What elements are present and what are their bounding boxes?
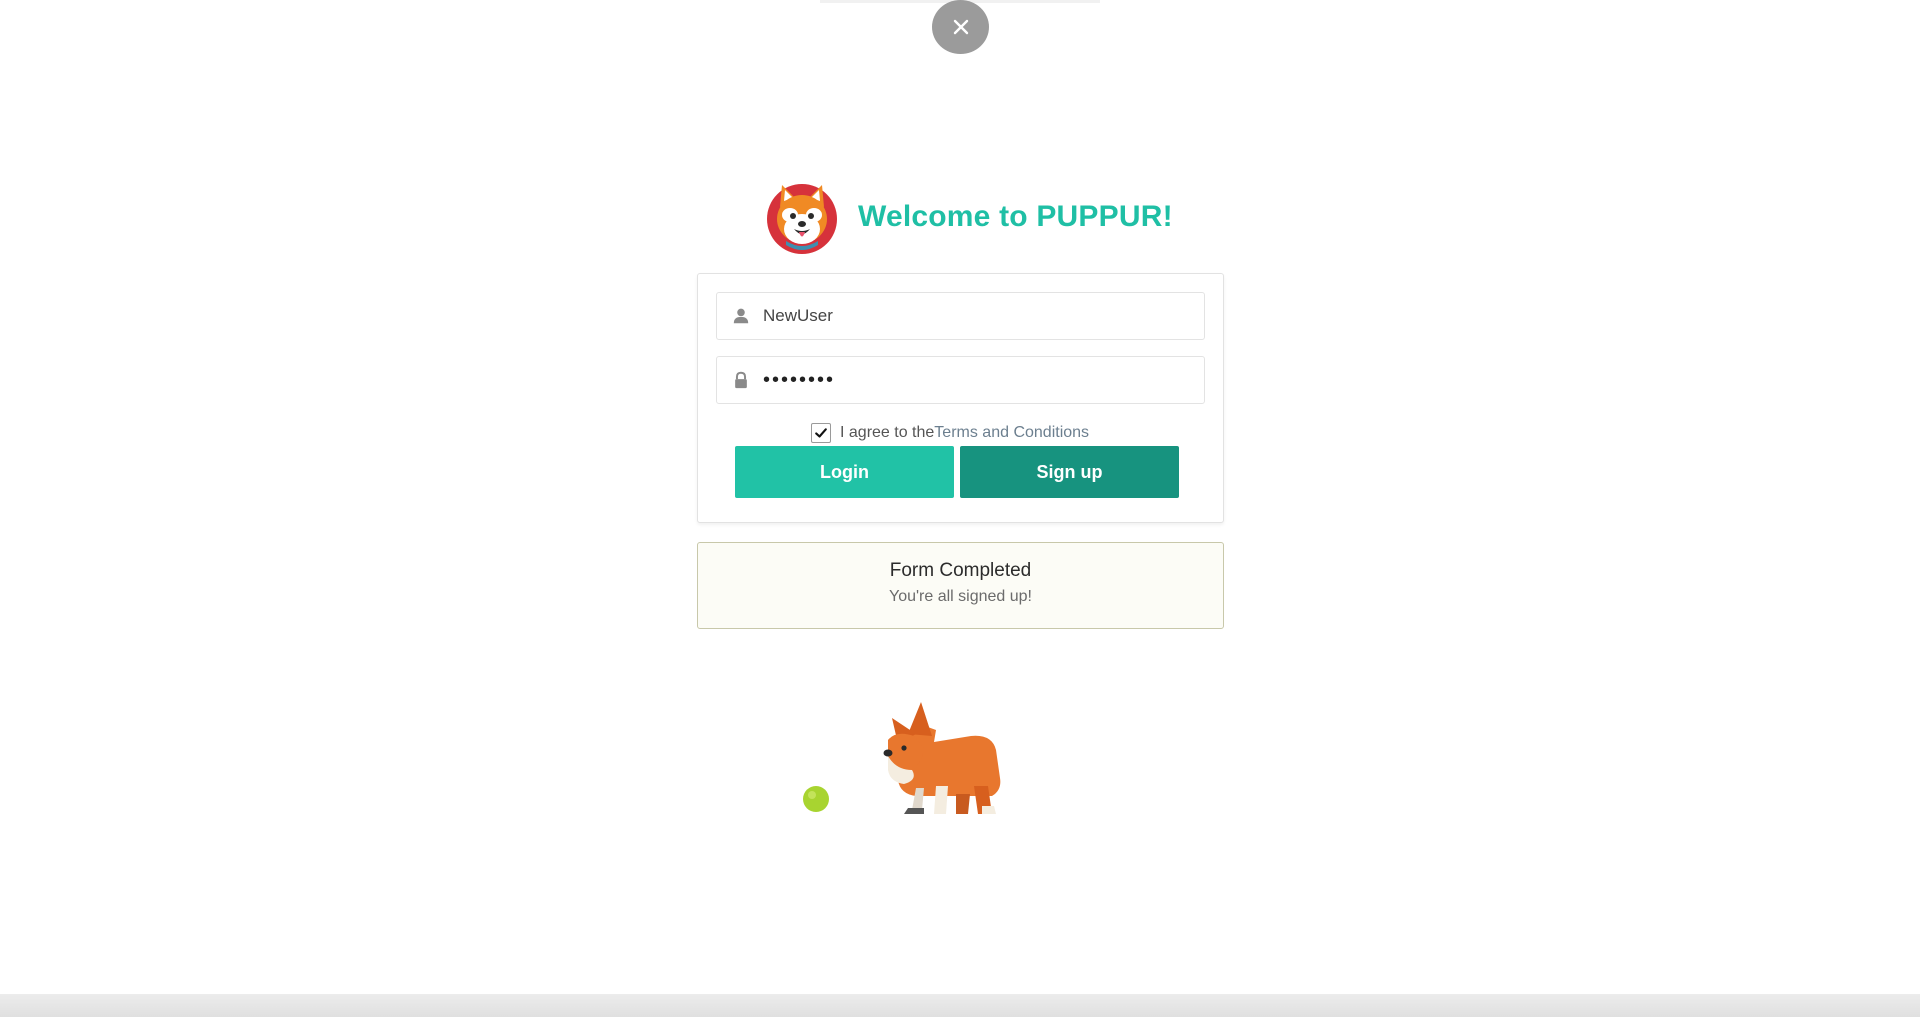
lock-icon: [731, 370, 751, 390]
page: Welcome to PUPPUR! NewUser •••••••• I ag…: [0, 0, 1920, 1017]
username-field[interactable]: [716, 292, 1205, 340]
page-title: Welcome to PUPPUR!: [858, 200, 1173, 233]
password-field[interactable]: [716, 356, 1205, 404]
puppur-logo: [767, 184, 837, 254]
ball-icon: [803, 786, 829, 812]
bottom-bar: [0, 994, 1920, 1017]
success-message-box: Form Completed You're all signed up!: [697, 542, 1224, 629]
close-button[interactable]: [932, 0, 989, 54]
username-input[interactable]: [763, 306, 1193, 326]
terms-link[interactable]: Terms and Conditions: [934, 424, 1089, 442]
user-icon: [731, 306, 751, 326]
success-message: You're all signed up!: [888, 588, 1032, 605]
header: Welcome to PUPPUR!: [764, 178, 1173, 256]
terms-agreement-row: I agree to the Terms and Conditions: [811, 422, 1089, 444]
success-title: Form Completed: [889, 560, 1032, 581]
checkmark-icon: [815, 428, 827, 438]
close-icon: [953, 19, 968, 35]
login-button[interactable]: Login: [735, 446, 954, 498]
password-input[interactable]: [763, 368, 1193, 392]
login-card: I agree to theTerms and Conditions Login…: [697, 273, 1224, 523]
signup-button[interactable]: Sign up: [960, 446, 1179, 498]
agree-checkbox[interactable]: [811, 423, 831, 443]
corgi-with-ball-illustration: [803, 702, 1001, 814]
agree-label: I agree to the: [840, 424, 935, 441]
